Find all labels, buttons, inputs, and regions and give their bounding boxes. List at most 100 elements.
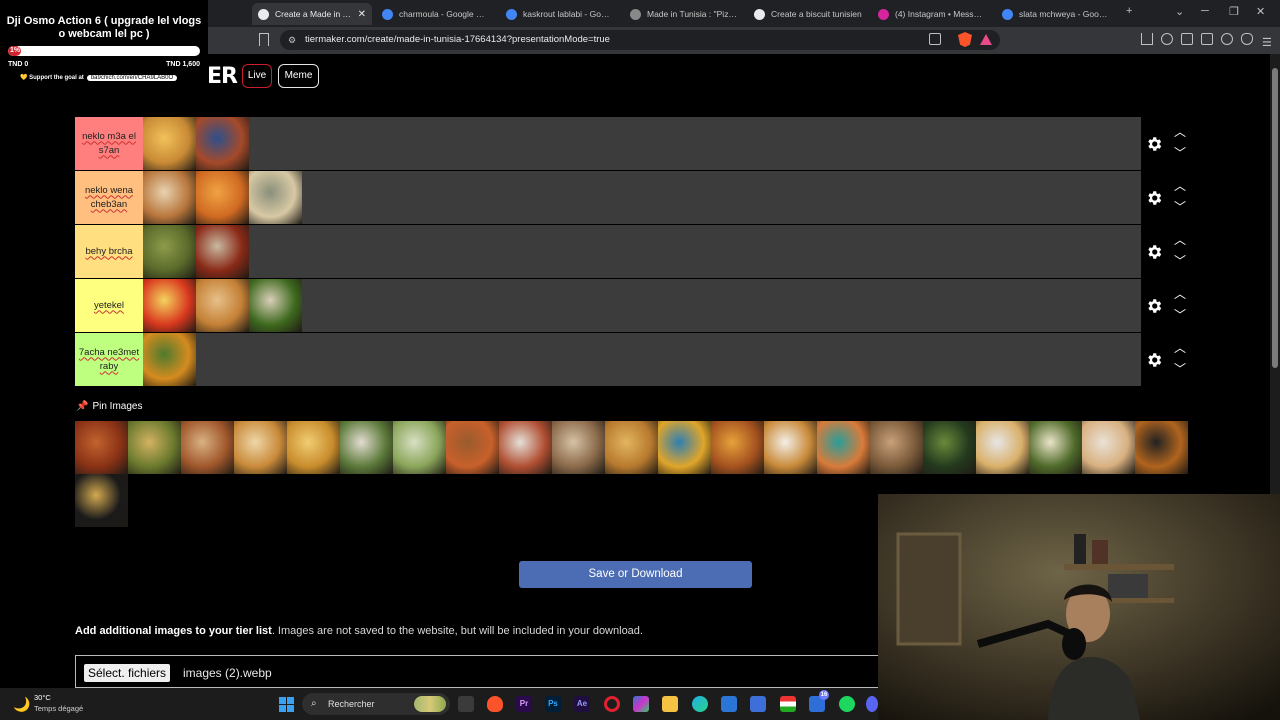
pool-food-21[interactable] — [1135, 421, 1188, 474]
move-down-chevron-icon[interactable]: ﹀ — [1174, 201, 1186, 213]
nav-live-button[interactable]: Live — [242, 64, 272, 88]
nav-meme-button[interactable]: Meme — [278, 64, 319, 88]
pool-food-4[interactable] — [234, 421, 287, 474]
weather-temperature[interactable]: 30°C — [34, 693, 51, 702]
pool-food-7[interactable] — [393, 421, 446, 474]
app-with-badge-icon[interactable]: 16 — [809, 690, 829, 712]
weather-moon-icon[interactable]: 🌙 — [13, 696, 30, 713]
tier-label[interactable]: neklo wena cheb3an — [75, 171, 143, 224]
pool-food-12[interactable] — [658, 421, 711, 474]
food-stuffed-pastry[interactable] — [196, 279, 249, 332]
download-icon[interactable] — [1141, 33, 1153, 45]
food-couscous-meat[interactable] — [196, 171, 249, 224]
menu-icon[interactable]: ☰ — [1262, 33, 1274, 49]
address-bar[interactable]: ⚙ tiermaker.com/create/made-in-tunisia-1… — [280, 30, 1000, 50]
browser-tab[interactable]: (4) Instagram • Messages — [872, 3, 992, 25]
gear-icon[interactable] — [1145, 297, 1163, 315]
pool-food-11[interactable] — [605, 421, 658, 474]
food-fish-plate[interactable] — [196, 117, 249, 170]
pool-food-18[interactable] — [976, 421, 1029, 474]
page-scrollbar[interactable] — [1270, 54, 1280, 494]
move-up-chevron-icon[interactable]: ︿ — [1174, 288, 1186, 300]
gear-icon[interactable] — [1145, 243, 1163, 261]
pool-food-14[interactable] — [764, 421, 817, 474]
tier-label[interactable]: behy brcha — [75, 225, 143, 278]
food-couscous-vegetables[interactable] — [143, 333, 196, 386]
photoshop-icon[interactable]: Ps — [545, 696, 561, 712]
taskbar-search[interactable]: ⌕ Rechercher — [302, 693, 450, 715]
flag-app-icon[interactable] — [780, 696, 796, 712]
food-green-peppers[interactable] — [249, 279, 302, 332]
gear-icon[interactable] — [1145, 189, 1163, 207]
food-green-fritters[interactable] — [143, 225, 196, 278]
goal-support-link[interactable]: ba9chich.com/en/CHA9LAB0O — [86, 75, 178, 81]
scrollbar-thumb[interactable] — [1272, 68, 1278, 368]
bookmark-icon[interactable] — [259, 33, 269, 46]
move-up-chevron-icon[interactable]: ︿ — [1174, 234, 1186, 246]
tier-label[interactable]: yetekel — [75, 279, 143, 332]
brave-browser-icon[interactable] — [487, 696, 503, 712]
extension-icon[interactable] — [1221, 33, 1233, 45]
choose-files-button[interactable]: Sélect. fichiers — [84, 664, 171, 682]
pool-food-5[interactable] — [287, 421, 340, 474]
move-down-chevron-icon[interactable]: ﹀ — [1174, 147, 1186, 159]
discord-icon[interactable] — [866, 696, 878, 712]
vpn-shield-icon[interactable] — [1241, 33, 1253, 45]
pool-food-9[interactable] — [499, 421, 552, 474]
new-tab-button[interactable]: + — [1126, 5, 1132, 17]
pool-food-10[interactable] — [552, 421, 605, 474]
site-info-icon[interactable]: ⚙ — [288, 30, 296, 50]
browser-tab[interactable]: Made in Tunisia : "Pizza L — [624, 3, 744, 25]
premiere-pro-icon[interactable]: Pr — [516, 696, 532, 712]
pin-images-toggle[interactable]: 📌 Pin Images — [76, 401, 142, 412]
pool-food-17[interactable] — [923, 421, 976, 474]
food-ojja-eggs[interactable] — [143, 279, 196, 332]
after-effects-icon[interactable]: Ae — [574, 696, 590, 712]
browser-tab[interactable]: kaskrout lablabi - Google — [500, 3, 620, 25]
tiermaker-logo[interactable]: ER — [207, 64, 238, 89]
food-chickpea-bowl[interactable] — [249, 171, 302, 224]
minimize-icon[interactable]: ─ — [1201, 5, 1209, 17]
microsoft-store-icon[interactable] — [721, 696, 737, 712]
sidebar-icon[interactable] — [1181, 33, 1193, 45]
file-explorer-icon[interactable] — [662, 696, 678, 712]
food-roast-chicken[interactable] — [143, 171, 196, 224]
tier-label[interactable]: 7acha ne3met raby — [75, 333, 143, 386]
pool-food-13[interactable] — [711, 421, 764, 474]
gear-icon[interactable] — [1145, 351, 1163, 369]
pool-food-20[interactable] — [1082, 421, 1135, 474]
move-up-chevron-icon[interactable]: ︿ — [1174, 126, 1186, 138]
opera-icon[interactable] — [604, 696, 620, 712]
pool-food-15[interactable] — [817, 421, 870, 474]
browser-tab[interactable]: Create a Made in Tunisia ✕ — [252, 3, 372, 25]
task-view-icon[interactable] — [458, 696, 474, 712]
pool-food-2[interactable] — [128, 421, 181, 474]
browser-tab[interactable]: charmoula - Google Search — [376, 3, 496, 25]
store-app-icon[interactable] — [633, 696, 649, 712]
spotify-icon[interactable] — [839, 696, 855, 712]
gear-icon[interactable] — [1145, 135, 1163, 153]
pool-food-22[interactable] — [75, 474, 128, 527]
move-down-chevron-icon[interactable]: ﹀ — [1174, 309, 1186, 321]
browser-tab[interactable]: slata mchweya - Google — [996, 3, 1116, 25]
save-download-button[interactable]: Save or Download — [519, 561, 752, 588]
windows-start-icon[interactable] — [279, 697, 294, 712]
close-window-icon[interactable]: ✕ — [1256, 5, 1265, 18]
browser-tab[interactable]: Create a biscuit tunisien — [748, 3, 868, 25]
media-icon[interactable] — [1161, 33, 1173, 45]
weather-description[interactable]: Temps dégagé — [34, 704, 83, 713]
maximize-icon[interactable]: ❐ — [1229, 5, 1239, 18]
move-down-chevron-icon[interactable]: ﹀ — [1174, 255, 1186, 267]
move-down-chevron-icon[interactable]: ﹀ — [1174, 363, 1186, 375]
pool-food-19[interactable] — [1029, 421, 1082, 474]
move-up-chevron-icon[interactable]: ︿ — [1174, 180, 1186, 192]
wallet-icon[interactable] — [1201, 33, 1213, 45]
mail-icon[interactable] — [750, 696, 766, 712]
tier-label[interactable]: neklo m3a el s7an — [75, 117, 143, 170]
pool-food-16[interactable] — [870, 421, 923, 474]
pool-food-3[interactable] — [181, 421, 234, 474]
pool-food-1[interactable] — [75, 421, 128, 474]
food-red-soup[interactable] — [196, 225, 249, 278]
tab-close-icon[interactable]: ✕ — [358, 9, 366, 20]
tab-search-icon[interactable]: ⌄ — [1175, 5, 1184, 18]
